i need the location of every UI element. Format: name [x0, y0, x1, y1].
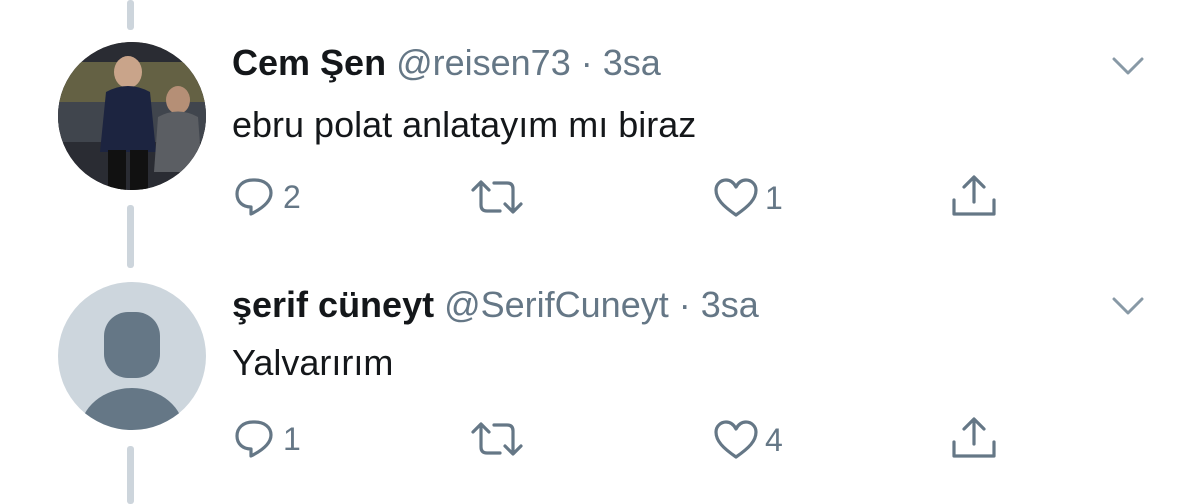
heart-icon: [714, 420, 758, 459]
separator: ·: [580, 42, 593, 83]
chevron-down-icon[interactable]: [1112, 56, 1144, 76]
tweet-text: ebru polat anlatayım mı biraz: [232, 104, 697, 145]
retweet-icon: [471, 422, 523, 456]
heart-icon: [714, 178, 758, 217]
reply-count: 2: [283, 178, 301, 215]
reply-button[interactable]: 2: [233, 176, 301, 218]
reply-icon: [235, 420, 273, 458]
like-count: 1: [765, 179, 783, 216]
share-button[interactable]: [950, 174, 998, 218]
share-icon: [952, 417, 996, 458]
timestamp[interactable]: 3sa: [701, 284, 759, 325]
default-profile-icon: [80, 312, 184, 430]
tweet-text: Yalvarırım: [232, 342, 394, 383]
display-name[interactable]: şerif cüneyt: [232, 284, 434, 325]
retweet-icon: [471, 180, 523, 214]
like-count: 4: [765, 421, 783, 458]
like-button[interactable]: 1: [713, 178, 783, 218]
share-icon: [952, 175, 996, 216]
handle[interactable]: @SerifCuneyt: [444, 284, 669, 325]
tweet[interactable]: Cem Şen @reisen73 · 3sa ebru polat anlat…: [0, 0, 1199, 250]
chevron-down-icon[interactable]: [1112, 296, 1144, 316]
share-button[interactable]: [950, 416, 998, 460]
handle[interactable]: @reisen73: [396, 42, 571, 83]
tweet-header: şerif cüneyt @SerifCuneyt · 3sa: [232, 284, 759, 326]
avatar[interactable]: [58, 282, 206, 430]
timestamp[interactable]: 3sa: [603, 42, 661, 83]
reply-icon: [235, 178, 273, 216]
reply-count: 1: [283, 420, 301, 457]
retweet-button[interactable]: [470, 178, 530, 216]
avatar[interactable]: [58, 42, 206, 190]
like-button[interactable]: 4: [713, 420, 783, 460]
separator: ·: [678, 284, 691, 325]
tweet[interactable]: şerif cüneyt @SerifCuneyt · 3sa Yalvarır…: [0, 250, 1199, 504]
display-name[interactable]: Cem Şen: [232, 42, 386, 83]
tweet-header: Cem Şen @reisen73 · 3sa: [232, 42, 661, 84]
retweet-button[interactable]: [470, 420, 530, 458]
reply-button[interactable]: 1: [233, 418, 301, 460]
avatar-photo-image: [58, 42, 206, 190]
